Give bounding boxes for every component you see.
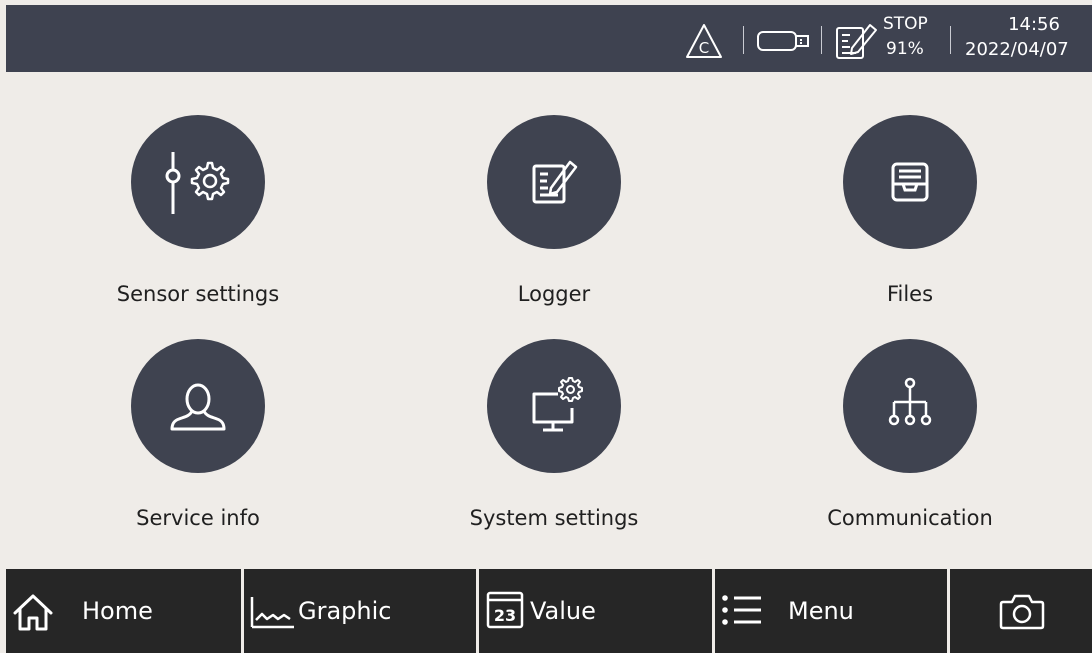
menu-item-circle (843, 115, 977, 249)
value-button[interactable]: 23 Value (479, 569, 712, 653)
menu-item-label: Sensor settings (116, 282, 280, 306)
menu-item-label: Service info (136, 506, 260, 530)
menu-icon (722, 595, 761, 625)
logger-icon (834, 21, 880, 67)
menu-item-label: Communication (827, 506, 993, 530)
status-separator (950, 26, 951, 54)
menu-button[interactable]: Menu (715, 569, 947, 653)
menu-item-circle (131, 339, 265, 473)
status-bar: C STOP 91% 14:56 2022/04/07 (6, 5, 1092, 72)
svg-text:C: C (699, 39, 709, 57)
network-icon (888, 377, 932, 426)
graphic-button[interactable]: Graphic (244, 569, 476, 653)
home-label: Home (82, 597, 153, 625)
status-separator (821, 26, 822, 54)
menu-item-circle (131, 115, 265, 249)
user-icon (170, 383, 226, 431)
sensor-settings-icon (165, 152, 230, 214)
value-icon-text: 23 (494, 606, 516, 625)
usb-drive-icon (756, 29, 812, 57)
clock-date: 2022/04/07 (965, 39, 1069, 60)
menu-item-label: System settings (469, 506, 639, 530)
value-icon: 23 (486, 591, 524, 629)
home-button[interactable]: Home (6, 569, 241, 653)
menu-item-service-info[interactable]: Service info (78, 339, 318, 539)
menu-item-logger[interactable]: Logger (434, 115, 674, 315)
calibration-warning-icon: C (684, 22, 724, 64)
device-screen: C STOP 91% 14:56 2022/04/07 Sensor setti… (0, 0, 1092, 653)
graph-icon (250, 597, 294, 629)
bottom-nav: Home Graphic 23 Value Menu (6, 569, 1092, 653)
graphic-label: Graphic (298, 597, 392, 625)
menu-item-label: Logger (517, 282, 591, 306)
camera-icon (999, 594, 1045, 630)
menu-item-system-settings[interactable]: System settings (434, 339, 674, 539)
logger-icon (532, 160, 578, 204)
menu-item-circle (843, 339, 977, 473)
camera-button[interactable] (950, 569, 1092, 653)
logger-state: STOP (883, 14, 928, 34)
value-label: Value (530, 597, 596, 625)
memory-usage: 91% (886, 39, 924, 59)
monitor-gear-icon (532, 377, 583, 432)
status-separator (743, 26, 744, 54)
menu-item-files[interactable]: Files (790, 115, 1030, 315)
menu-item-circle (487, 339, 621, 473)
menu-item-circle (487, 115, 621, 249)
home-icon (13, 594, 53, 631)
menu-label: Menu (788, 597, 854, 625)
menu-item-label: Files (886, 282, 934, 306)
clock-time: 14:56 (1008, 14, 1060, 35)
menu-item-sensor-settings[interactable]: Sensor settings (78, 115, 318, 315)
menu-item-communication[interactable]: Communication (790, 339, 1030, 539)
files-icon (891, 162, 929, 202)
